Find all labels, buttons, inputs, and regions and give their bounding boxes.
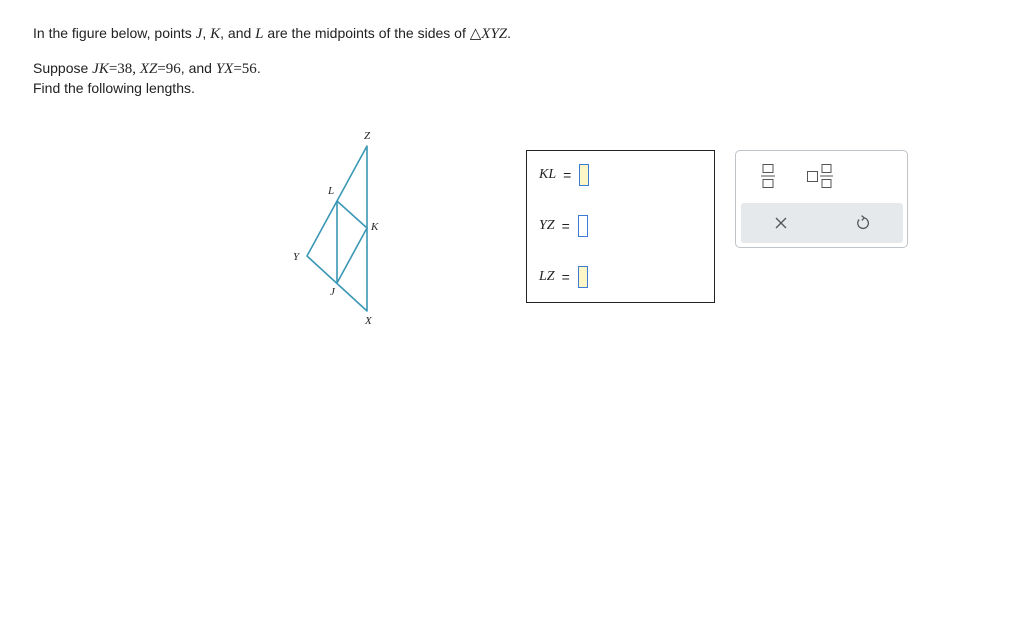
text: , and bbox=[180, 60, 216, 76]
undo-button[interactable] bbox=[853, 213, 873, 233]
equals-sign: = bbox=[561, 218, 570, 234]
text: , and bbox=[220, 25, 256, 41]
point-l: L bbox=[255, 26, 264, 42]
clear-button[interactable] bbox=[771, 213, 791, 233]
value-yx: =56 bbox=[233, 61, 257, 77]
label-z: Z bbox=[364, 130, 371, 142]
label-x: X bbox=[364, 315, 373, 327]
answer-row-kl: KL = bbox=[539, 163, 590, 187]
answer-label-yz: YZ bbox=[539, 218, 555, 233]
answer-row-lz: LZ = bbox=[539, 265, 588, 289]
triangle-diagram: Z L K Y J X bbox=[293, 130, 379, 327]
value-jk: =38, bbox=[108, 61, 140, 77]
triangle-symbol: △ bbox=[469, 26, 482, 42]
fraction-button[interactable] bbox=[758, 161, 778, 191]
text: In the figure below, points bbox=[33, 25, 196, 41]
problem-line-3: Find the following lengths. bbox=[33, 80, 195, 96]
segment-yx: YX bbox=[215, 61, 234, 77]
midpoint-triangle-jkl bbox=[336, 200, 368, 284]
segment-xz: XZ bbox=[139, 61, 158, 77]
label-k: K bbox=[370, 221, 379, 233]
label-j: J bbox=[330, 286, 336, 298]
text: . bbox=[507, 25, 512, 41]
math-tool-panel bbox=[735, 150, 908, 248]
problem-line-1: In the figure below, points J, K, and L … bbox=[33, 24, 511, 43]
yz-input[interactable] bbox=[577, 215, 588, 237]
answer-label-lz: LZ bbox=[539, 269, 555, 284]
tool-actions-bar bbox=[741, 203, 903, 243]
text: , bbox=[202, 25, 211, 41]
text: . bbox=[256, 60, 261, 76]
lz-input[interactable] bbox=[577, 266, 588, 288]
text: Suppose bbox=[33, 60, 93, 76]
triangle-figure: Z L K Y J X bbox=[280, 124, 390, 330]
mixed-number-button[interactable] bbox=[805, 161, 835, 191]
point-k: K bbox=[210, 26, 221, 42]
text: are the midpoints of the sides of bbox=[263, 25, 470, 41]
equals-sign: = bbox=[563, 167, 572, 183]
answer-row-yz: YZ = bbox=[539, 214, 588, 238]
label-y: Y bbox=[293, 251, 301, 263]
kl-input[interactable] bbox=[579, 164, 590, 186]
problem-line-2: Suppose JK=38, XZ=96, and YX=56. bbox=[33, 60, 261, 78]
segment-jk: JK bbox=[92, 61, 109, 77]
value-xz: =96 bbox=[157, 61, 181, 77]
answer-label-kl: KL bbox=[539, 167, 557, 182]
answer-box: KL = YZ = LZ = bbox=[526, 150, 715, 303]
mixed-number-icon bbox=[807, 164, 833, 188]
undo-icon bbox=[857, 215, 870, 230]
close-icon bbox=[775, 217, 787, 229]
equals-sign: = bbox=[561, 269, 570, 285]
label-l: L bbox=[327, 185, 334, 197]
fraction-icon bbox=[761, 164, 775, 188]
triangle-name: XYZ bbox=[481, 26, 508, 42]
